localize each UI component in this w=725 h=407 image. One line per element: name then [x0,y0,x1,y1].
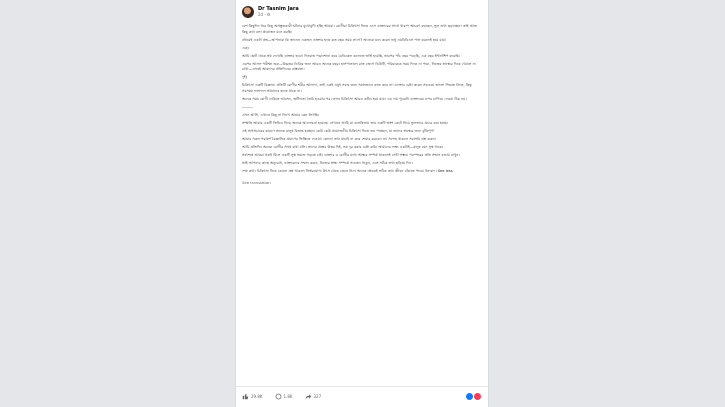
react-button[interactable]: 29.8K [242,393,263,400]
post-paragraph: ——— [242,104,253,109]
post-paragraph: অনেক সময় রোগী দেরিতে আসেন, জটিলতা তৈরি … [242,96,467,101]
shares-count: 327 [313,393,322,399]
author-avatar[interactable] [242,6,254,18]
post-paragraph: তাই আপনার কাছে অনুরোধ, ডাক্তারদের সম্মান… [242,160,413,165]
post-paragraph: এই অপপ্রচারের কারণে অনেক মানুষ বিভ্রান্ত… [242,128,435,133]
share-icon [305,393,311,399]
post-paragraph: দুই) [242,75,248,80]
post-paragraph: শেষ কথা: চিকিৎসা নিয়ে কোনো প্রশ্ন থাকলে… [242,168,453,173]
love-reaction-icon [473,391,482,401]
see-translation-link[interactable]: See translation [236,177,488,185]
comments-count: 1.8K [283,393,293,399]
post-paragraph: আমার সকল পরামর্শ বৈজ্ঞানিক প্রমাণের ভিত্… [242,136,436,141]
post-paragraph: সম্প্রতি আমার একটি ভিডিও নিয়ে অনেক আলোচ… [242,120,449,125]
post-paragraph: প্রথমেই একটা প্রশ্ন—আপনারা কি জানেন একজন… [242,37,447,42]
post-paragraph: আমি ছোট থেকে স্বপ্ন দেখেছি ডাক্তার হবো। … [242,53,460,58]
post-body: বেশ কিছুদিন ধরে কিছু অপ্রস্তুতকারী ঘটনার… [236,22,488,174]
post-paragraph: এখন আসি, এখানে কিছু না লিখে আমার কেন লিখ… [242,112,320,117]
facebook-post: Dr Tasnim Jara 2d · ⚙ বেশ কিছুদিন ধরে কি… [236,0,488,407]
post-paragraph: এরপর আসল পরীক্ষা শুরু—উচ্চতর ডিগ্রির জন্… [242,61,476,72]
comment-button[interactable]: 1.8K [275,393,293,400]
reactions-bar: 29.8K 1.8K 327 [236,386,488,405]
post-meta: 2d · ⚙ [258,12,271,17]
post-paragraph: সর্বশেষে আমরা সবাই মিলে একটি সুস্থ সমাজ … [242,152,460,157]
author-block: Dr Tasnim Jara 2d · ⚙ [258,7,299,17]
post-paragraph: এক) [242,45,249,50]
post-paragraph: আমি প্রতিদিন অনেক রোগীর সাথে কথা বলি। তা… [242,144,444,149]
comment-icon [275,393,281,399]
thumbs-up-icon [242,393,249,399]
share-button[interactable]: 327 [305,393,322,400]
post-paragraph: বেশ কিছুদিন ধরে কিছু অপ্রস্তুতকারী ঘটনার… [242,24,478,34]
post-header: Dr Tasnim Jara 2d · ⚙ [236,0,488,22]
post-paragraph: চিকিৎসা একটি বিজ্ঞান। প্রতিটি রোগীর শরীর… [242,83,472,93]
reactions-count: 29.8K [251,393,263,399]
